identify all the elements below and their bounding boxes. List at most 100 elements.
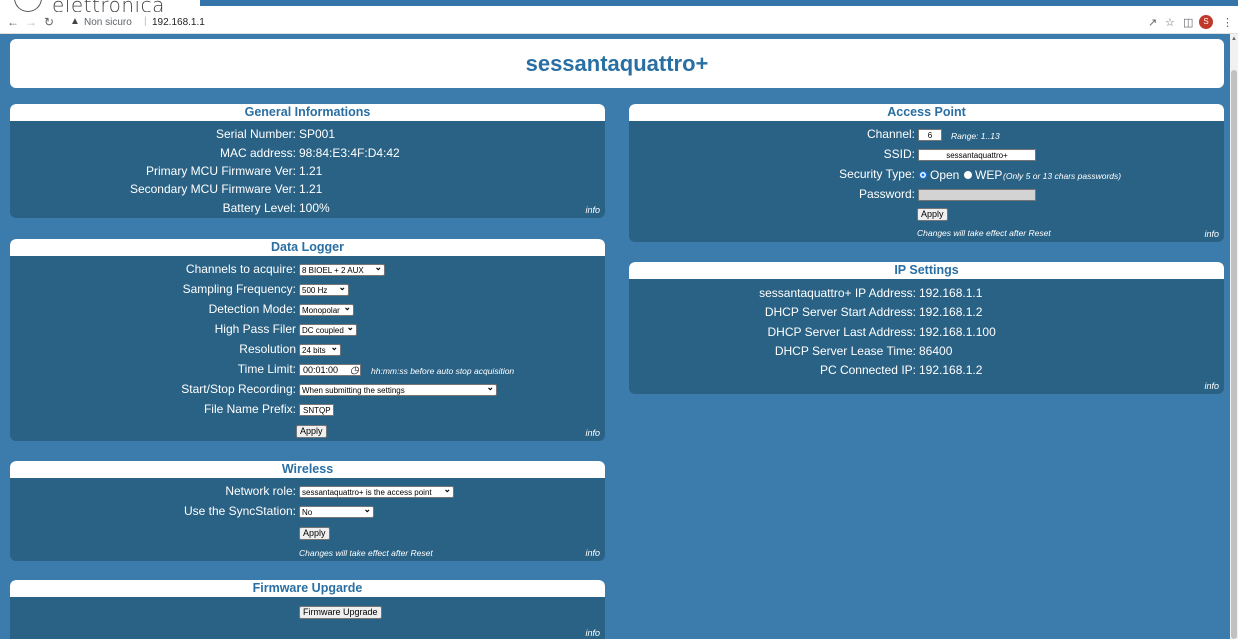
share-icon[interactable]: ↗ xyxy=(1148,16,1157,29)
general-info-panel: General Informations Serial Number: SP00… xyxy=(10,104,605,218)
clock-icon[interactable]: ◷ xyxy=(350,365,359,376)
network-role-label: Network role: xyxy=(225,484,296,498)
firmware-info-link[interactable]: info xyxy=(585,628,600,638)
security-open-label: Open xyxy=(930,168,960,182)
ap-reset-note: Changes will take effect after Reset xyxy=(917,228,1051,238)
dhcp-last-label: DHCP Server Last Address: xyxy=(767,325,916,339)
info-row: Battery Level: 100% xyxy=(10,200,605,216)
network-role-select[interactable]: sessantaquattro+ is the access point xyxy=(299,483,454,498)
wireless-panel: Wireless Network role: sessantaquattro+ … xyxy=(10,461,605,561)
info-row: Serial Number: SP001 xyxy=(10,126,605,142)
side-panel-icon[interactable]: ◫ xyxy=(1183,16,1193,29)
security-wep-radio[interactable] xyxy=(964,171,972,179)
info-row: Secondary MCU Firmware Ver: 1.21 xyxy=(10,181,605,197)
security-type-label: Security Type: xyxy=(839,167,915,181)
ip-settings-panel: IP Settings sessantaquattro+ IP Address:… xyxy=(629,262,1224,394)
timelimit-label: Time Limit: xyxy=(237,362,296,376)
ip-row: DHCP Server Start Address: 192.168.1.2 xyxy=(629,304,1224,320)
channel-label: Channel: xyxy=(866,127,915,141)
data-logger-panel: Data Logger Channels to acquire: 8 BIOEL… xyxy=(10,239,605,441)
highpass-label: High Pass Filer xyxy=(214,322,296,336)
startstop-select[interactable]: When submitting the settings xyxy=(299,381,497,396)
logger-info-link[interactable]: info xyxy=(585,428,600,438)
password-label: Password: xyxy=(858,187,915,201)
highpass-select[interactable]: DC coupled xyxy=(299,321,357,336)
wireless-info-link[interactable]: info xyxy=(585,548,600,558)
resolution-select[interactable]: 24 bits xyxy=(299,341,341,356)
logger-apply-button[interactable]: Apply xyxy=(296,425,327,438)
reload-icon[interactable]: ↻ xyxy=(42,15,56,29)
startstop-label: Start/Stop Recording: xyxy=(181,382,296,396)
back-icon[interactable]: ← xyxy=(6,15,20,29)
primary-fw-label: Primary MCU Firmware Ver: xyxy=(145,164,296,178)
detection-select[interactable]: Monopolar xyxy=(299,301,354,316)
scroll-up-icon[interactable]: ▲ xyxy=(1230,36,1238,42)
ip-info-link[interactable]: info xyxy=(1204,381,1219,391)
ip-row: DHCP Server Lease Time: 86400 xyxy=(629,343,1224,359)
sampling-select[interactable]: 500 Hz xyxy=(299,281,349,296)
brand-logo-icon xyxy=(14,0,42,12)
ip-row: sessantaquattro+ IP Address: 192.168.1.1 xyxy=(629,285,1224,301)
security-open-radio[interactable] xyxy=(919,171,927,179)
ssid-label: SSID: xyxy=(883,147,915,161)
syncstation-label: Use the SyncStation: xyxy=(183,504,296,518)
timelimit-note: hh:mm:ss before auto stop acquisition xyxy=(371,366,515,376)
wireless-title: Wireless xyxy=(10,461,605,478)
ap-apply-button[interactable]: Apply xyxy=(917,208,948,221)
ap-info-link[interactable]: info xyxy=(1204,229,1219,239)
prefix-label: File Name Prefix: xyxy=(203,402,296,416)
general-info-link[interactable]: info xyxy=(585,205,600,215)
battery-level-value: 100% xyxy=(299,201,330,215)
scrollbar-thumb[interactable] xyxy=(1231,70,1237,639)
sampling-label: Sampling Frequency: xyxy=(182,282,296,296)
warning-icon[interactable]: ▲ xyxy=(70,16,80,27)
lease-time-label: DHCP Server Lease Time: xyxy=(774,344,916,358)
primary-fw-value: 1.21 xyxy=(299,164,323,178)
security-wep-label: WEP xyxy=(975,168,1003,182)
profile-avatar[interactable]: S xyxy=(1199,15,1213,29)
wireless-apply-button[interactable]: Apply xyxy=(299,527,330,540)
battery-level-label: Battery Level: xyxy=(222,201,296,215)
forward-icon[interactable]: → xyxy=(24,15,38,29)
browser-toolbar: ← → ↻ ▲ Non sicuro | 192.168.1.1 ↗ ☆ ◫ S… xyxy=(0,12,1238,34)
security-label[interactable]: Non sicuro xyxy=(84,17,132,28)
browser-top-strip: elettronica xyxy=(0,0,1238,17)
address-bar[interactable]: 192.168.1.1 xyxy=(152,17,205,28)
channels-label: Channels to acquire: xyxy=(185,262,296,276)
ssid-input[interactable]: sessantaquattro+ xyxy=(918,149,1036,161)
syncstation-select[interactable]: No xyxy=(299,503,374,518)
bookmark-star-icon[interactable]: ☆ xyxy=(1165,16,1175,29)
data-logger-title: Data Logger xyxy=(10,239,605,256)
ip-settings-title: IP Settings xyxy=(629,262,1224,279)
secondary-fw-label: Secondary MCU Firmware Ver: xyxy=(129,182,296,196)
page-body: sessantaquattro+ General Informations Se… xyxy=(0,34,1230,639)
lease-time-value: 86400 xyxy=(919,344,953,358)
firmware-title: Firmware Upgarde xyxy=(10,580,605,597)
resolution-label: Resolution xyxy=(239,342,296,356)
serial-number-label: Serial Number: xyxy=(215,127,296,141)
dhcp-start-label: DHCP Server Start Address: xyxy=(764,305,916,319)
wireless-reset-note: Changes will take effect after Reset xyxy=(299,548,433,558)
channels-select[interactable]: 8 BIOEL + 2 AUX xyxy=(299,261,385,276)
wep-password-note: (Only 5 or 13 chars passwords) xyxy=(1003,171,1122,181)
device-ip-value: 192.168.1.1 xyxy=(919,286,983,300)
dhcp-last-value: 192.168.1.100 xyxy=(919,325,996,339)
password-input[interactable] xyxy=(918,189,1036,201)
header-accent-bar xyxy=(200,0,1238,6)
info-row: Primary MCU Firmware Ver: 1.21 xyxy=(10,163,605,179)
pc-ip-label: PC Connected IP: xyxy=(819,363,916,377)
access-point-title: Access Point xyxy=(629,104,1224,121)
dhcp-start-value: 192.168.1.2 xyxy=(919,305,983,319)
serial-number-value: SP001 xyxy=(299,127,336,141)
detection-label: Detection Mode: xyxy=(208,302,296,316)
channel-input[interactable]: 6 xyxy=(918,129,942,141)
page-title: sessantaquattro+ xyxy=(10,39,1224,88)
ip-row: PC Connected IP: 192.168.1.2 xyxy=(629,362,1224,378)
general-info-title: General Informations xyxy=(10,104,605,121)
secondary-fw-value: 1.21 xyxy=(299,182,323,196)
firmware-upgrade-button[interactable]: Firmware Upgrade xyxy=(299,606,382,619)
prefix-input[interactable]: SNTQP xyxy=(299,404,334,416)
firmware-panel: Firmware Upgarde Firmware Upgrade info xyxy=(10,580,605,639)
menu-kebab-icon[interactable]: ⋮ xyxy=(1222,16,1233,29)
device-ip-label: sessantaquattro+ IP Address: xyxy=(759,286,916,300)
